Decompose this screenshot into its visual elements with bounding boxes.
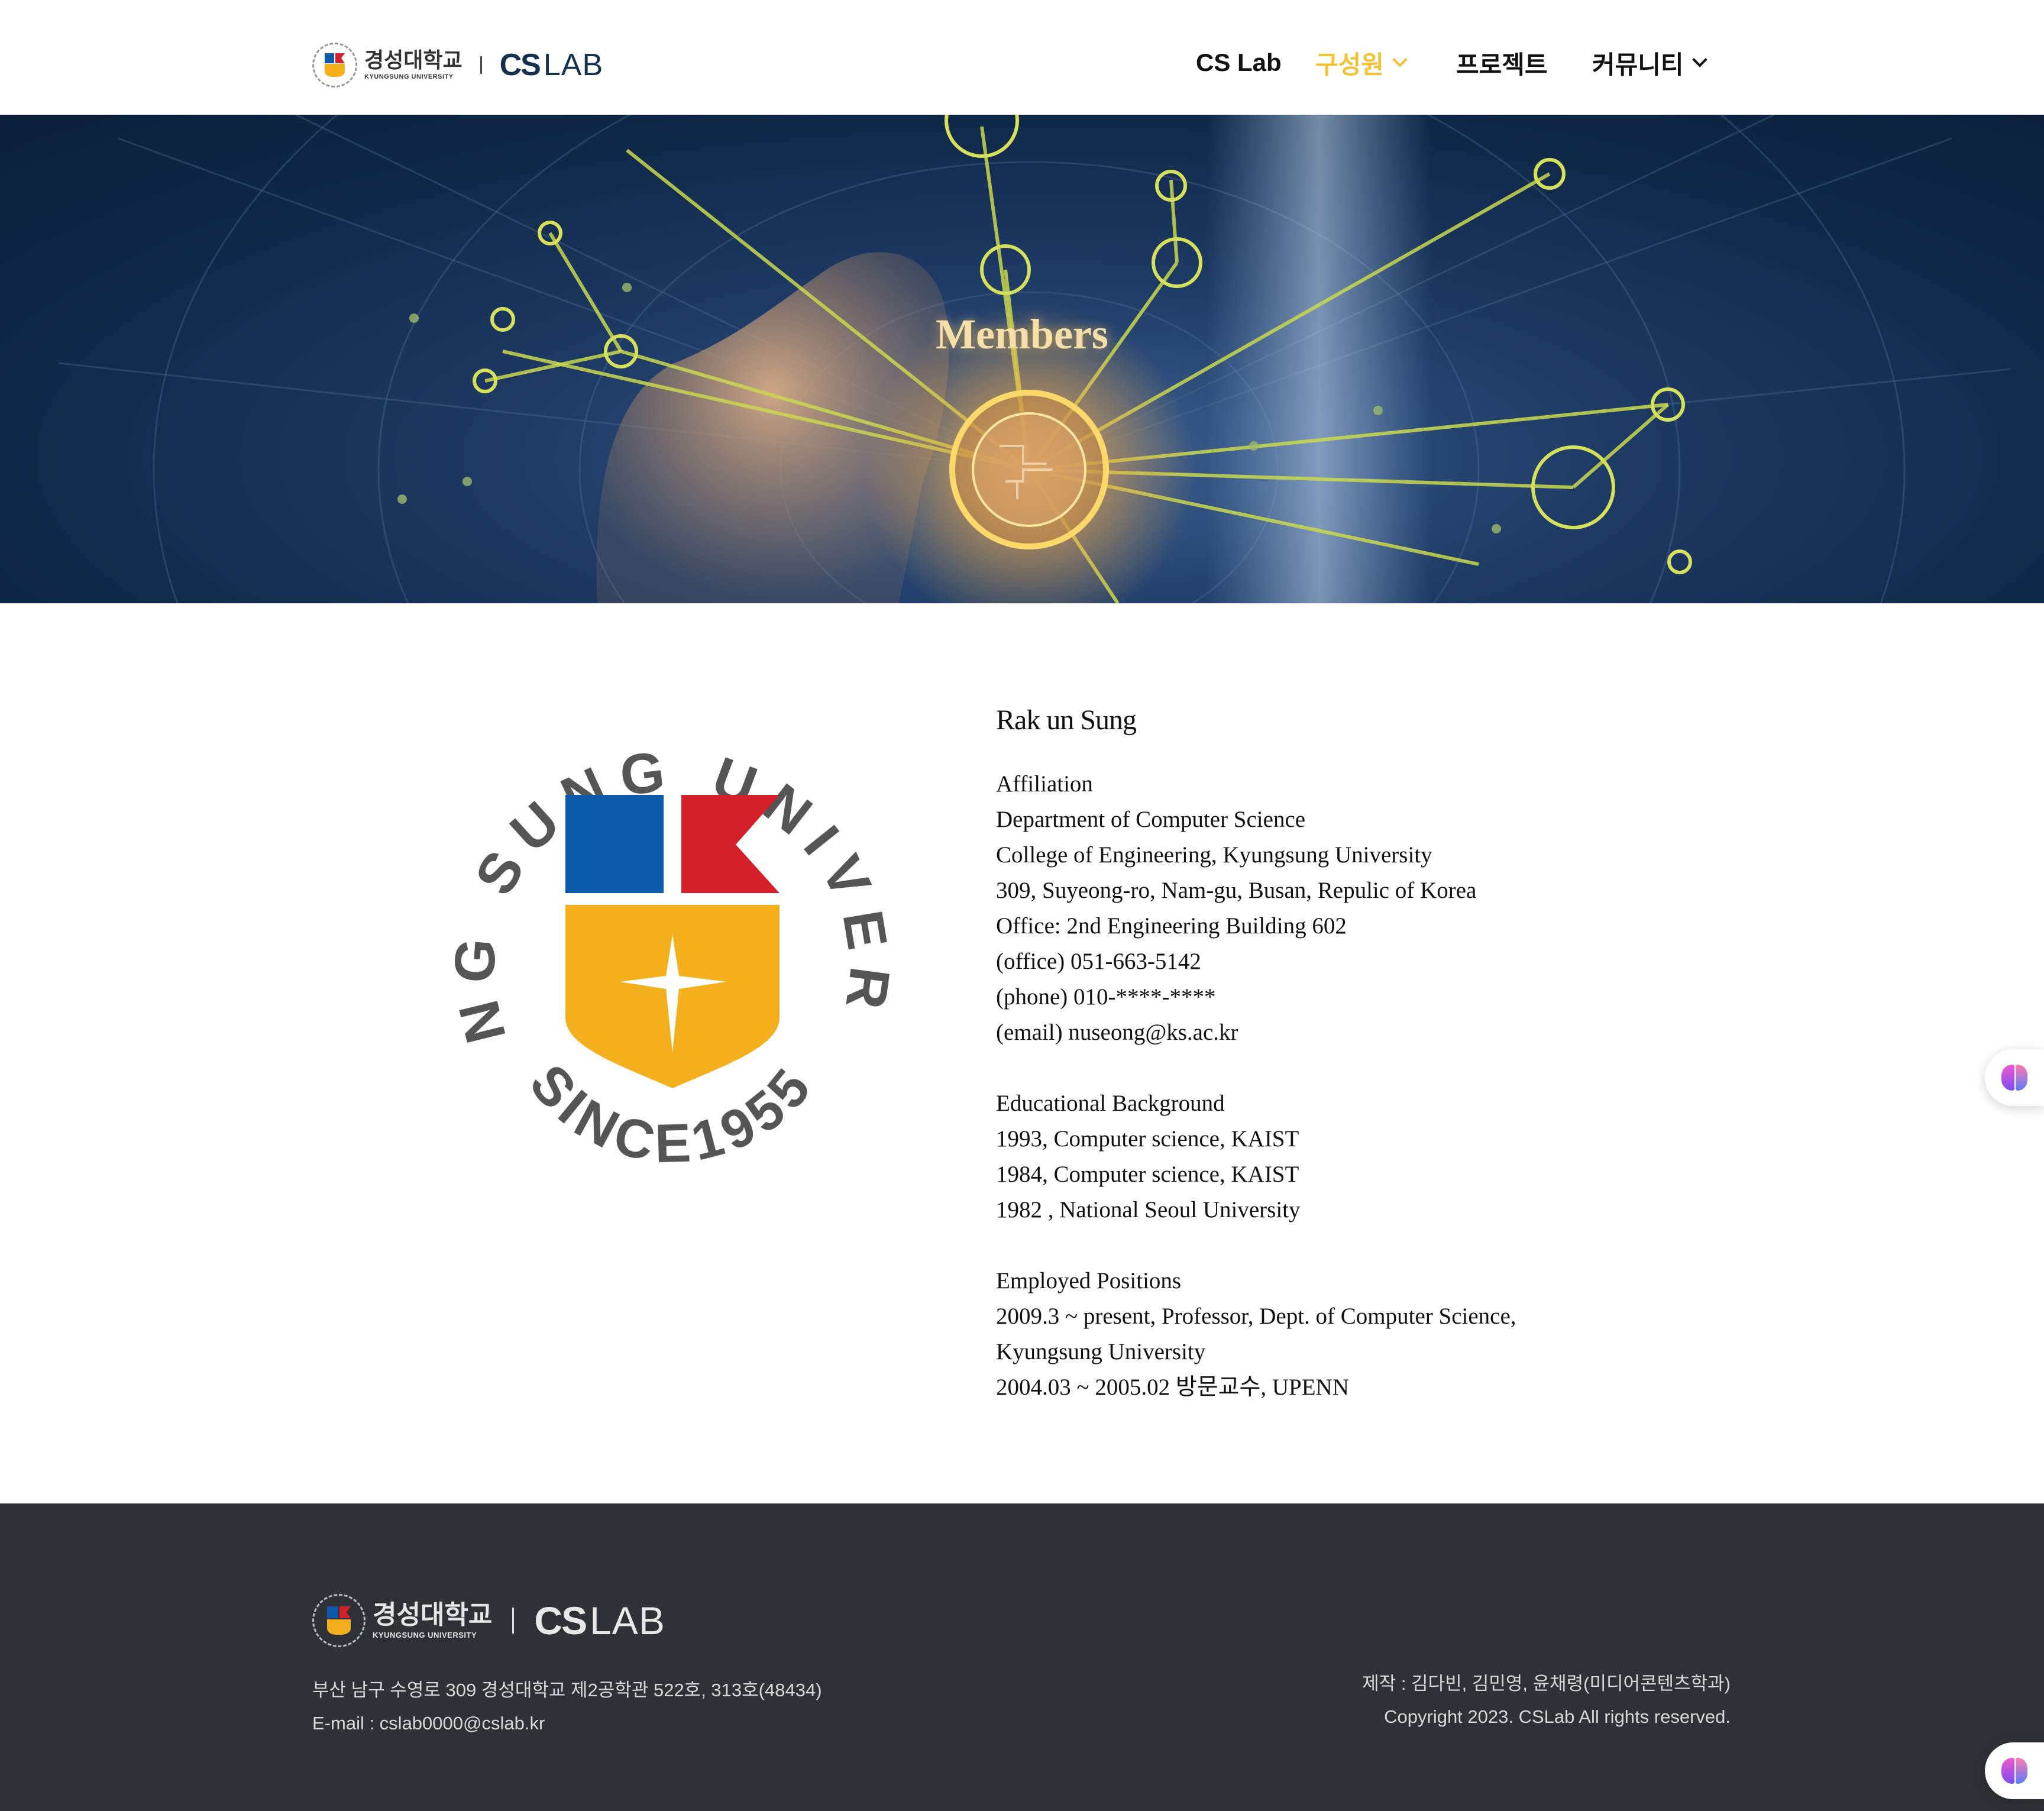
footer-makers: 제작 : 김다빈, 김민영, 윤채령(미디어콘텐츠학과) xyxy=(1362,1673,1731,1694)
affiliation-heading: Affiliation xyxy=(996,771,1093,797)
affiliation-line: Office: 2nd Engineering Building 602 xyxy=(996,913,1347,939)
hero-banner: Members xyxy=(0,115,2044,603)
hero-title: Members xyxy=(936,311,1108,358)
logo-university-english: KYUNGSUNG UNIVERSITY xyxy=(364,73,454,80)
mobile-phone: (phone) 010-****-**** xyxy=(996,984,1216,1010)
positions-heading: Employed Positions xyxy=(996,1268,1182,1293)
affiliation-section: Affiliation Department of Computer Scien… xyxy=(996,767,1706,1050)
affiliation-line: College of Engineering, Kyungsung Univer… xyxy=(996,842,1432,868)
position-line: 2004.03 ~ 2005.02 방문교수, UPENN xyxy=(996,1375,1349,1400)
footer-contact: 부산 남구 수영로 309 경성대학교 제2공학관 522호, 313호(484… xyxy=(312,1674,822,1740)
office-phone: (office) 051-663-5142 xyxy=(996,949,1201,974)
nav-projects-label: 프로젝트 xyxy=(1456,50,1548,79)
affiliation-line: 309, Suyeong-ro, Nam-gu, Busan, Repulic … xyxy=(996,878,1477,903)
university-seal-icon xyxy=(312,1594,366,1647)
member-profile-image: KYUNG SUNG UNIVERSITY SINCE1955 xyxy=(392,647,925,1204)
nav-members-label: 구성원 xyxy=(1315,50,1384,79)
footer-logo[interactable]: 경성대학교 KYUNGSUNG UNIVERSITY CS LAB xyxy=(312,1591,665,1650)
chevron-down-icon xyxy=(1692,52,1707,67)
footer-logo-university-korean: 경성대학교 xyxy=(373,1600,493,1629)
emblem-blue-block xyxy=(565,795,664,893)
footer-logo-university-english: KYUNGSUNG UNIVERSITY xyxy=(373,1631,477,1639)
footer-address: 부산 남구 수영로 309 경성대학교 제2공학관 522호, 313호(484… xyxy=(312,1680,822,1700)
cslab-wordmark: CS LAB xyxy=(499,48,604,82)
member-name: Rak un Sung xyxy=(996,704,1137,736)
logo-university-korean: 경성대학교 xyxy=(364,48,463,72)
site-footer xyxy=(0,1503,2044,1811)
nav-cs-lab-label: CS Lab xyxy=(1196,48,1282,76)
logo-divider xyxy=(512,1608,515,1634)
footer-email: E-mail : cslab0000@cslab.kr xyxy=(312,1713,545,1734)
education-heading: Educational Background xyxy=(996,1091,1225,1116)
affiliation-line: Department of Computer Science xyxy=(996,807,1306,832)
education-line: 1984, Computer science, KAIST xyxy=(996,1162,1299,1187)
brain-icon xyxy=(2001,1065,2027,1091)
education-section: Educational Background 1993, Computer sc… xyxy=(996,1086,1706,1228)
positions-section: Employed Positions 2009.3 ~ present, Pro… xyxy=(996,1263,1706,1405)
hero-network-illustration xyxy=(59,115,2011,603)
logo-divider xyxy=(480,56,482,74)
emblem-red-flag xyxy=(681,795,780,893)
floating-assistant-button[interactable] xyxy=(1985,1742,2044,1799)
chevron-down-icon xyxy=(1392,52,1408,67)
member-info: Rak un Sung Affiliation Department of Co… xyxy=(996,703,1706,1441)
kyungsung-emblem: KYUNG SUNG UNIVERSITY SINCE1955 xyxy=(392,647,888,1174)
nav-cs-lab[interactable]: CS Lab xyxy=(1196,44,1282,82)
email-address: (email) nuseong@ks.ac.kr xyxy=(996,1020,1238,1045)
footer-cslab-wordmark: CS LAB xyxy=(534,1599,665,1642)
university-seal-icon xyxy=(312,43,357,88)
position-line: 2009.3 ~ present, Professor, Dept. of Co… xyxy=(996,1304,1516,1329)
site-logo[interactable]: 경성대학교 KYUNGSUNG UNIVERSITY CS LAB xyxy=(312,41,603,89)
site-header: 경성대학교 KYUNGSUNG UNIVERSITY CS LAB CS Lab … xyxy=(0,0,2044,115)
education-line: 1982 , National Seoul University xyxy=(996,1197,1301,1223)
nav-community-label: 커뮤니티 xyxy=(1592,50,1684,79)
brain-icon xyxy=(2001,1758,2027,1784)
nav-members[interactable]: 구성원 xyxy=(1315,44,1408,82)
position-line: Kyungsung University xyxy=(996,1339,1206,1364)
footer-copyright: Copyright 2023. CSLab All rights reserve… xyxy=(1384,1706,1731,1727)
education-line: 1993, Computer science, KAIST xyxy=(996,1126,1299,1152)
nav-community[interactable]: 커뮤니티 xyxy=(1592,44,1707,82)
nav-projects[interactable]: 프로젝트 xyxy=(1456,44,1548,82)
footer-credits: 제작 : 김다빈, 김민영, 윤채령(미디어콘텐츠학과) Copyright 2… xyxy=(1362,1667,1731,1734)
floating-assistant-button[interactable] xyxy=(1985,1049,2044,1106)
